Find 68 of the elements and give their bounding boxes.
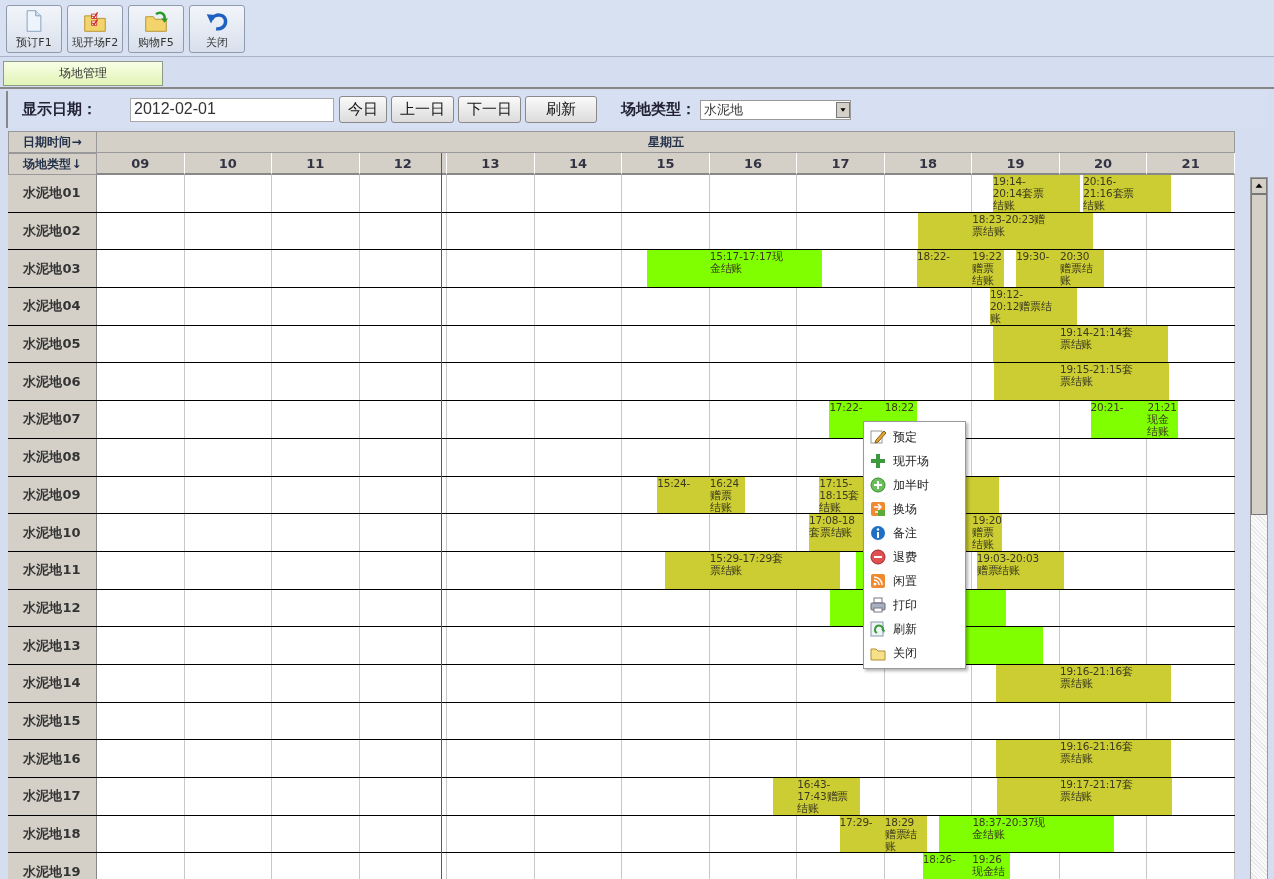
court-name: 水泥地06 xyxy=(8,363,97,401)
booking-label: 18:29 赠票结 账 xyxy=(884,815,918,852)
court-name: 水泥地16 xyxy=(8,740,97,777)
hour-header: 15 xyxy=(622,153,710,175)
court-name: 水泥地09 xyxy=(8,476,97,514)
court-name: 水泥地04 xyxy=(8,288,97,325)
booking-label: 18:37-20:37现 金结账 xyxy=(972,815,1046,840)
booking-label: 19:30- xyxy=(1016,250,1049,263)
hour-header: 18 xyxy=(884,153,973,175)
hour-header: 16 xyxy=(709,153,798,175)
booking-label: 19:14- 20:14套票 结账 xyxy=(992,175,1044,211)
court-name: 水泥地11 xyxy=(8,551,97,589)
court-name: 水泥地10 xyxy=(8,514,97,551)
court-name: 水泥地03 xyxy=(8,250,97,288)
booking-label: 18:23-20:23赠 票结账 xyxy=(972,212,1046,237)
booking-label: 20:16- 21:16套票 结账 xyxy=(1083,175,1135,211)
court-name: 水泥地07 xyxy=(8,401,97,438)
booking-label: 19:14-21:14套 票结账 xyxy=(1059,325,1133,350)
hour-header: 21 xyxy=(1147,153,1235,175)
booking-label: 17:08-18 套票结账 xyxy=(808,514,855,539)
booking-label: 19:26 现金结 xyxy=(972,853,1005,878)
booking-label: 19:16-21:16套 票结账 xyxy=(1059,740,1133,765)
hour-header: 12 xyxy=(359,153,448,175)
court-name: 水泥地02 xyxy=(8,212,97,250)
column-header: 场地类型↓ xyxy=(8,153,97,175)
hour-header: 19 xyxy=(972,153,1060,175)
court-name: 水泥地17 xyxy=(8,778,97,815)
hour-header: 13 xyxy=(447,153,535,175)
booking-label: 18:22- xyxy=(916,250,950,263)
booking-label: 16:43- 17:43赠票 结账 xyxy=(797,778,849,814)
court-name: 水泥地08 xyxy=(8,438,97,476)
booking-label: 18:26- xyxy=(922,853,956,866)
booking-label: 19:03-20:03 赠票结账 xyxy=(976,551,1039,576)
booking-label: 17:29- xyxy=(839,815,873,828)
booking-label: 20:30 赠票结 账 xyxy=(1059,250,1093,287)
booking-label: 19:12- 20:12赠票结 账 xyxy=(989,288,1052,325)
booking-label: 21:21 现金 结账 xyxy=(1147,401,1177,438)
booking-label: 15:24- xyxy=(657,476,691,489)
booking-label: 19:17-21:17套 票结账 xyxy=(1059,778,1133,802)
booking-label: 19:16-21:16套 票结账 xyxy=(1059,664,1133,689)
booking-label: 15:29-17:29套 票结账 xyxy=(709,551,783,576)
booking-label: 19:22 赠票 结账 xyxy=(972,250,1002,287)
hour-header: 10 xyxy=(184,153,273,175)
booking-label: 17:22- xyxy=(829,401,863,414)
booking-label: 19:20 赠票 结账 xyxy=(972,514,1002,551)
court-name: 水泥地13 xyxy=(8,627,97,664)
court-name: 水泥地01 xyxy=(8,175,97,212)
court-name: 水泥地18 xyxy=(8,815,97,853)
court-name: 水泥地14 xyxy=(8,664,97,702)
court-type-label: 场地类型： xyxy=(621,100,696,119)
day-header: 星期五 xyxy=(97,131,1235,153)
hour-header: 11 xyxy=(272,153,360,175)
column-header: 日期时间→ xyxy=(8,131,97,153)
booking-label: 18:22 xyxy=(884,401,915,414)
hour-header: 14 xyxy=(534,153,623,175)
hour-header: 17 xyxy=(797,153,885,175)
booking-label: 19:15-21:15套 票结账 xyxy=(1059,363,1133,388)
hour-header: 09 xyxy=(97,153,185,175)
booking-label: 20:21- xyxy=(1090,401,1124,414)
court-name: 水泥地12 xyxy=(8,589,97,627)
court-name: 水泥地19 xyxy=(8,853,97,879)
date-label: 显示日期： xyxy=(22,100,97,119)
booking-label: 15:17-17:17现 金结账 xyxy=(709,250,783,275)
court-name: 水泥地05 xyxy=(8,325,97,363)
booking-label: 16:24 赠票 结账 xyxy=(709,476,739,513)
hour-header: 20 xyxy=(1059,153,1148,175)
booking-label: 17:15- 18:15套 结账 xyxy=(819,476,860,513)
court-name: 水泥地15 xyxy=(8,702,97,740)
